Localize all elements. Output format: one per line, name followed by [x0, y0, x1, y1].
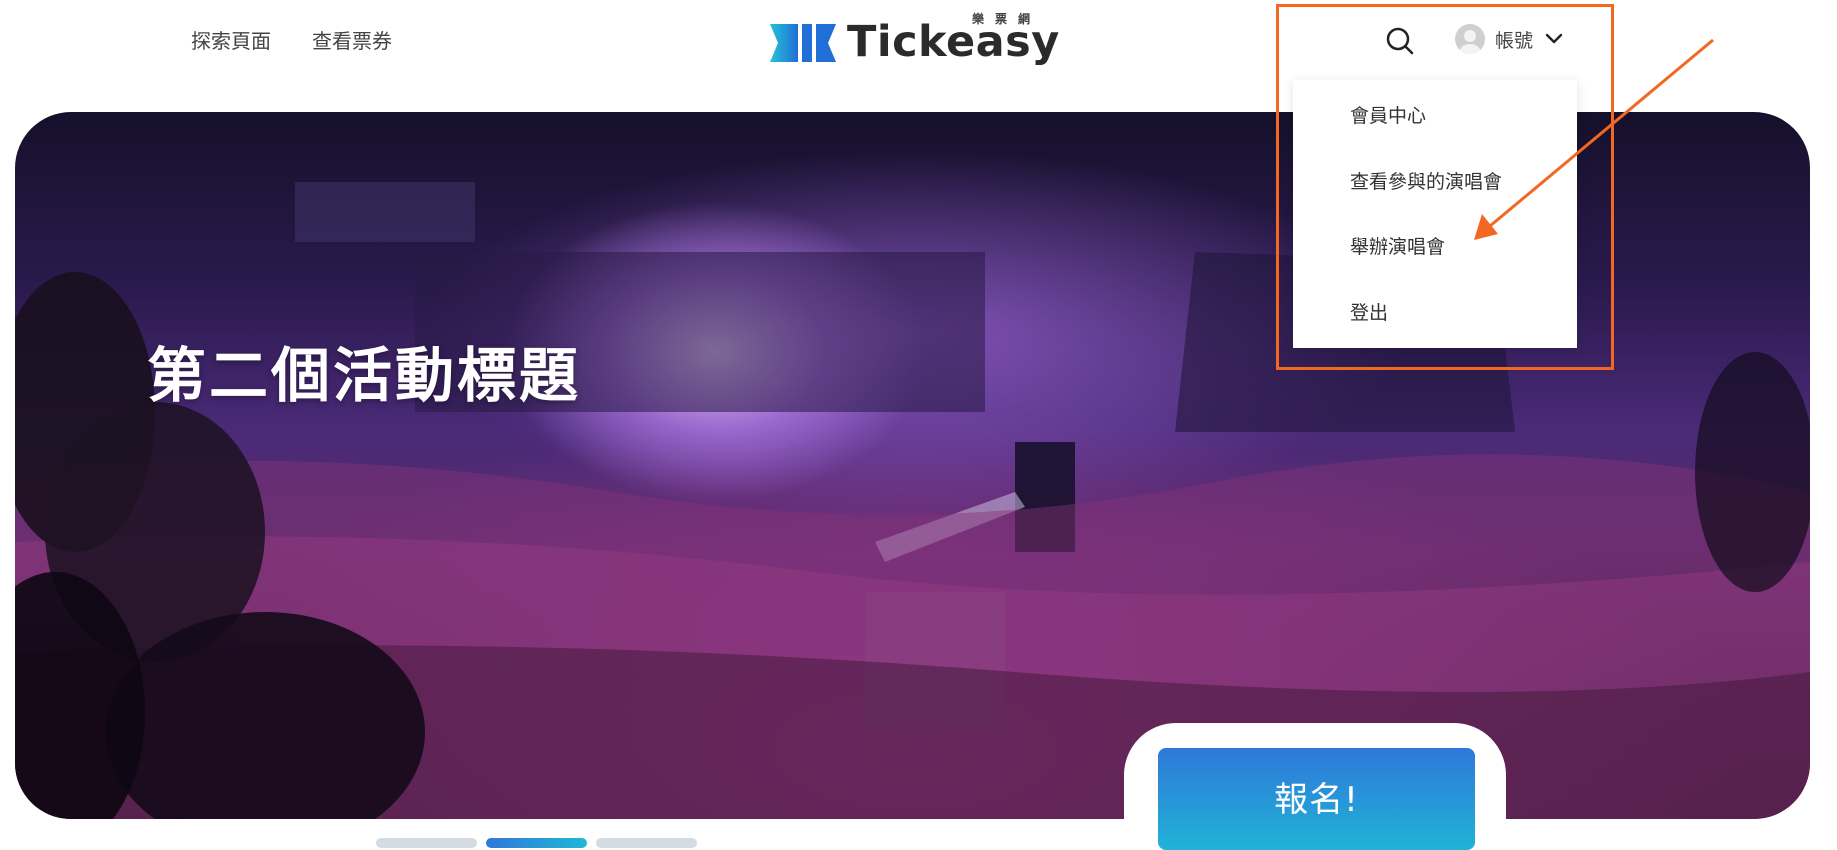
account-label: 帳號: [1495, 29, 1534, 52]
nav-tickets-link[interactable]: 查看票券: [312, 26, 392, 56]
nav-explore-link[interactable]: 探索頁面: [191, 26, 271, 56]
account-dropdown-menu: 會員中心 查看參與的演唱會 舉辦演唱會 登出: [1293, 80, 1577, 348]
chevron-down-icon: [1545, 33, 1563, 44]
menu-item-logout[interactable]: 登出: [1350, 298, 1388, 328]
user-avatar-icon: [1455, 24, 1485, 54]
menu-item-member-center[interactable]: 會員中心: [1350, 101, 1426, 131]
account-menu-toggle[interactable]: 帳號: [1455, 24, 1565, 54]
site-logo[interactable]: Tickeasy 樂票網: [768, 12, 1059, 72]
carousel-dot-3[interactable]: [596, 838, 697, 848]
event-title: 第二個活動標題: [147, 341, 582, 410]
logo-subtitle: 樂票網: [972, 12, 1042, 26]
menu-item-host-concert[interactable]: 舉辦演唱會: [1350, 232, 1445, 262]
search-button[interactable]: [1384, 25, 1416, 57]
ticket-logo-icon: [770, 24, 836, 62]
search-icon: [1386, 27, 1414, 55]
carousel-dot-2[interactable]: [486, 838, 587, 848]
main-nav: 探索頁面 查看票券: [191, 26, 392, 56]
carousel-indicators: [376, 838, 697, 848]
carousel-dot-1[interactable]: [376, 838, 477, 848]
signup-button[interactable]: 報名!: [1158, 748, 1475, 850]
menu-item-joined-concerts[interactable]: 查看參與的演唱會: [1350, 167, 1502, 197]
